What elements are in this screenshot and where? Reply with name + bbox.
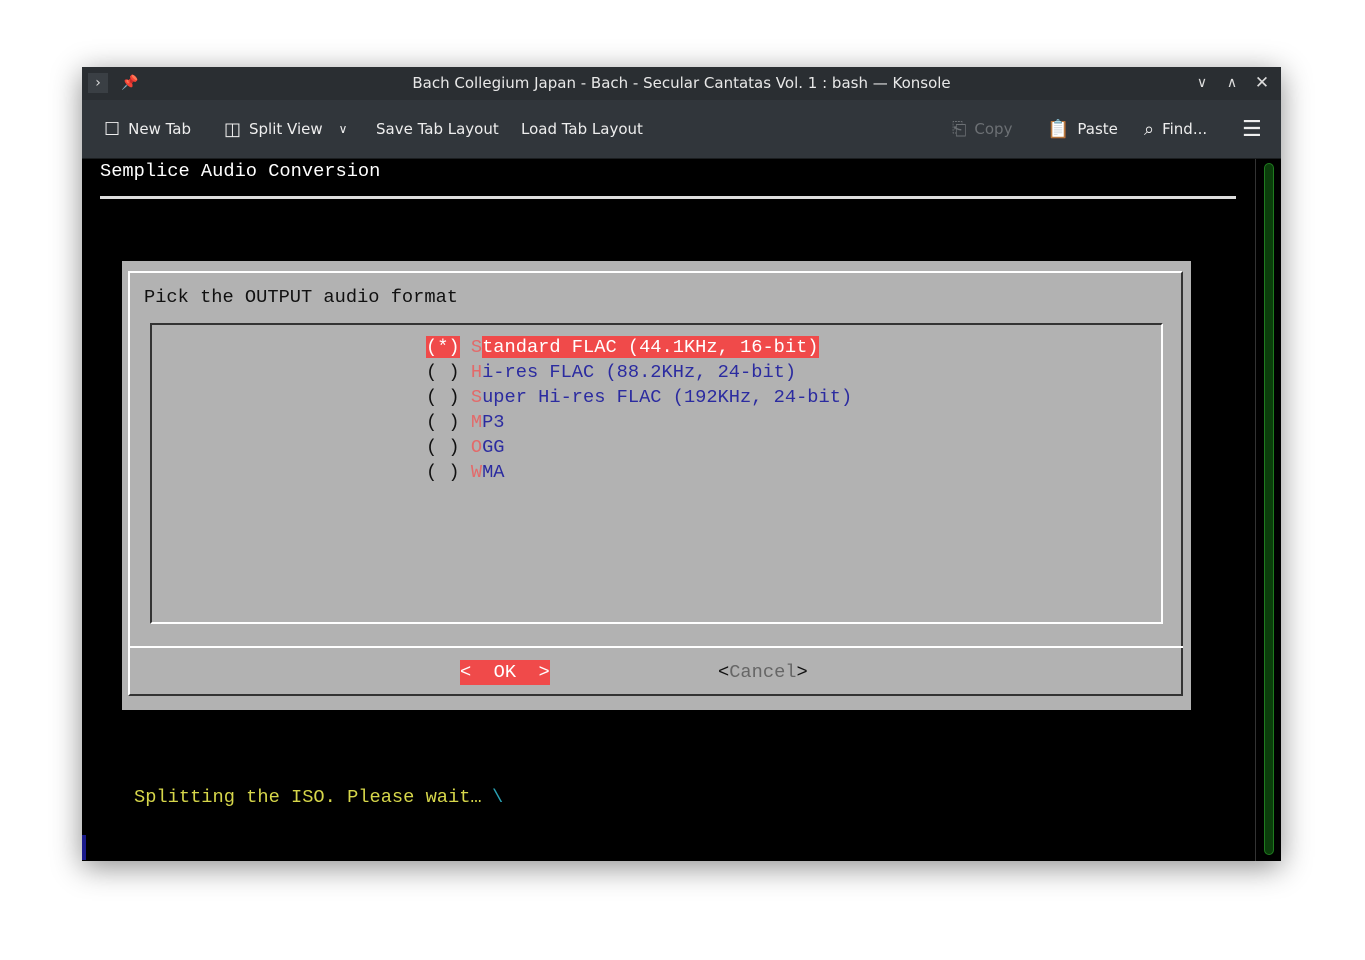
dialog-prompt: Pick the OUTPUT audio format [144,285,458,310]
title-bar: › 📌 Bach Collegium Japan - Bach - Secula… [82,67,1281,100]
scrollbar-thumb[interactable] [1264,163,1274,855]
load-tab-layout-label: Load Tab Layout [521,120,643,138]
find-button[interactable]: ⌕ Find... [1144,100,1207,158]
button-separator [128,646,1183,648]
save-tab-layout-button[interactable]: Save Tab Layout [376,100,499,158]
close-button[interactable]: ✕ [1252,73,1272,93]
radio-option[interactable]: (*) Standard FLAC (44.1KHz, 16-bit) [426,335,819,360]
header-divider [100,196,1236,199]
option-label: i-res FLAC (88.2KHz, 24-bit) [482,361,796,383]
load-tab-layout-button[interactable]: Load Tab Layout [521,100,643,158]
maximize-button[interactable]: ∧ [1222,73,1242,93]
copy-icon: ⎗ [952,119,966,140]
split-view-button[interactable]: ◫ Split View ∨ [224,100,347,158]
option-label: MA [482,461,504,483]
cancel-bracket-left: < [718,661,729,683]
status-message: Splitting the ISO. Please wait… [134,785,482,810]
radio-mark[interactable]: ( ) [426,436,460,458]
option-hotkey: M [471,411,482,433]
copy-label: Copy [974,120,1012,138]
new-tab-button[interactable]: ☐ New Tab [104,100,191,158]
hamburger-menu-icon[interactable]: ☰ [1242,100,1262,158]
konsole-window: › 📌 Bach Collegium Japan - Bach - Secula… [82,67,1281,861]
cancel-bracket-right: > [797,661,808,683]
terminal-area[interactable]: Semplice Audio Conversion Pick the OUTPU… [82,159,1256,861]
new-tab-label: New Tab [128,120,191,138]
option-label: GG [482,436,504,458]
format-dialog: Pick the OUTPUT audio format (*) Standar… [122,261,1191,710]
option-hotkey: O [471,436,482,458]
option-label: P3 [482,411,504,433]
app-header: Semplice Audio Conversion [100,159,380,184]
radio-mark[interactable]: ( ) [426,386,460,408]
split-view-icon: ◫ [224,119,241,140]
scrollbar[interactable] [1255,159,1281,861]
cancel-label: Cancel [729,661,796,683]
radio-option[interactable]: ( ) OGG [426,435,505,460]
ok-button[interactable]: < OK > [460,660,550,685]
radio-mark[interactable]: ( ) [426,461,460,483]
radio-option[interactable]: ( ) Hi-res FLAC (88.2KHz, 24-bit) [426,360,796,385]
split-view-label: Split View [249,120,323,138]
radio-option[interactable]: ( ) Super Hi-res FLAC (192KHz, 24-bit) [426,385,852,410]
radio-mark[interactable]: ( ) [426,411,460,433]
option-label: uper Hi-res FLAC (192KHz, 24-bit) [482,386,852,408]
chevron-down-icon[interactable]: ∨ [339,122,348,136]
save-tab-layout-label: Save Tab Layout [376,120,499,138]
paste-label: Paste [1077,120,1118,138]
radio-option[interactable]: ( ) WMA [426,460,505,485]
radio-mark[interactable]: (*) [426,336,460,358]
window-title: Bach Collegium Japan - Bach - Secular Ca… [82,74,1281,92]
cursor [82,835,86,860]
option-label: tandard FLAC (44.1KHz, 16-bit) [482,336,818,358]
paste-button[interactable]: 📋 Paste [1047,100,1118,158]
option-hotkey: H [471,361,482,383]
paste-icon: 📋 [1047,119,1069,140]
find-label: Find... [1162,120,1207,138]
cancel-button[interactable]: <Cancel> [718,660,808,685]
radio-option[interactable]: ( ) MP3 [426,410,505,435]
search-icon: ⌕ [1144,119,1154,140]
radio-mark[interactable]: ( ) [426,361,460,383]
copy-button[interactable]: ⎗ Copy [952,100,1012,158]
option-hotkey: W [471,461,482,483]
minimize-button[interactable]: ∨ [1192,73,1212,93]
option-hotkey: S [471,336,482,358]
option-hotkey: S [471,386,482,408]
spinner: \ [492,785,503,810]
toolbar: ☐ New Tab ◫ Split View ∨ Save Tab Layout Lo… [82,100,1281,159]
new-tab-icon: ☐ [104,119,120,140]
